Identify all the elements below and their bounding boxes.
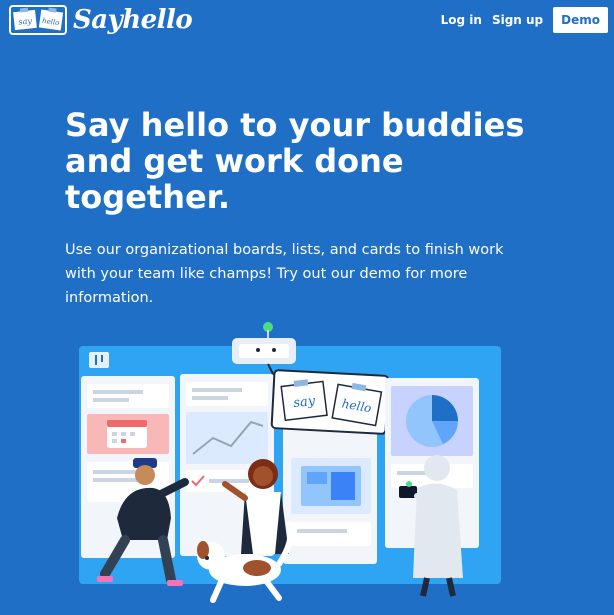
hero-title: Say hello to your buddies and get work d… — [65, 106, 525, 216]
header: say hello Sayhello Log in Sign up Demo — [0, 0, 614, 42]
pie-chart-icon — [406, 395, 458, 447]
say-hello-sign: say hello — [270, 369, 390, 435]
signup-link[interactable]: Sign up — [492, 13, 543, 27]
hero-illustration: say hello — [79, 322, 501, 603]
hero-subtitle: Use our organizational boards, lists, an… — [65, 242, 504, 306]
logo-icon: say hello — [9, 5, 67, 35]
top-nav: Log in Sign up Demo — [441, 7, 608, 33]
list-card-3 — [283, 418, 377, 564]
demo-button[interactable]: Demo — [553, 7, 608, 33]
calendar-icon — [107, 420, 147, 448]
svg-text:say: say — [293, 394, 317, 412]
logo-text: Sayhello — [73, 5, 193, 35]
board-logo-icon — [89, 352, 109, 368]
logo[interactable]: say hello Sayhello — [9, 5, 193, 35]
login-link[interactable]: Log in — [441, 13, 482, 27]
svg-text:say: say — [18, 16, 33, 26]
